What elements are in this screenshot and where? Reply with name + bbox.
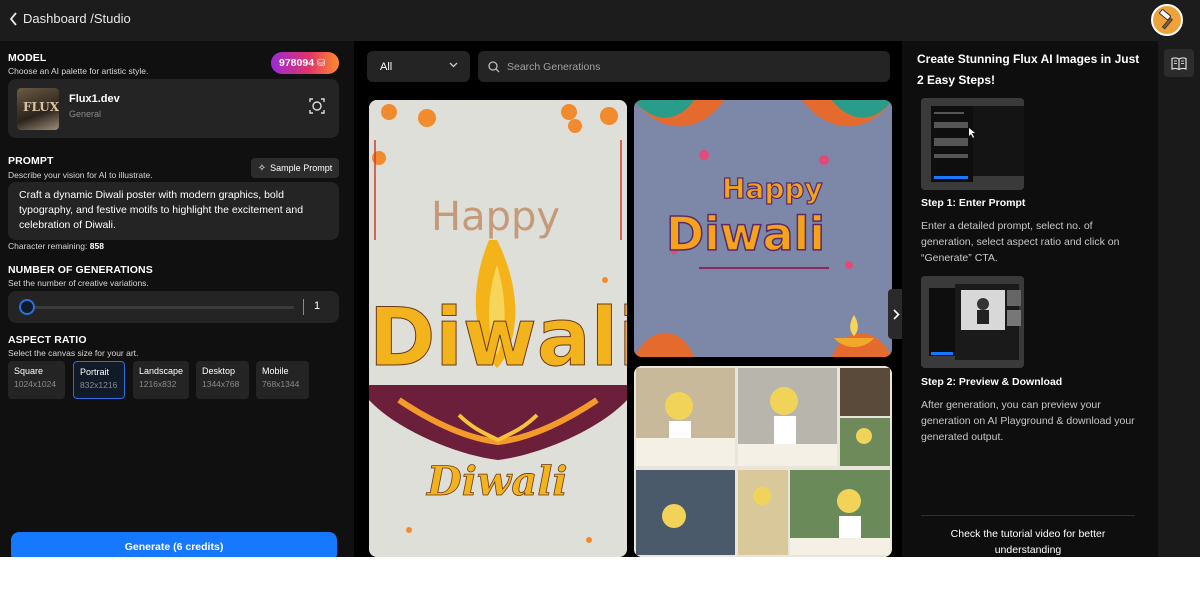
aspect-mobile-dims: 768x1344 xyxy=(262,379,300,389)
happy-diwali-image: Happy Diwali xyxy=(634,100,892,357)
model-subtitle: Choose an AI palette for artistic style. xyxy=(8,66,149,76)
sparkle-icon: ✧ xyxy=(257,162,267,174)
card1-diwali-text: Diwali xyxy=(369,291,627,384)
filter-value: All xyxy=(380,60,393,73)
generations-title: NUMBER OF GENERATIONS xyxy=(8,264,153,276)
manga-comic-image xyxy=(634,366,892,557)
aspect-portrait-name: Portrait xyxy=(80,367,110,377)
aspect-landscape-dims: 1216x832 xyxy=(139,379,177,389)
aspect-title: ASPECT RATIO xyxy=(8,334,87,346)
chevron-down-icon xyxy=(449,62,458,68)
guide-toggle-button[interactable] xyxy=(1164,49,1194,77)
aspect-square-name: Square xyxy=(14,366,44,376)
filter-dropdown[interactable]: All xyxy=(367,51,470,82)
tutorial-link[interactable]: Check the tutorial video for better unde… xyxy=(921,526,1135,557)
card2-diwali-text: Diwali xyxy=(666,207,825,261)
top-bar: Dashboard /Studio xyxy=(0,0,1200,41)
step1-description: Enter a detailed prompt, select no. of g… xyxy=(921,220,1120,264)
guide-title: Create Stunning Flux AI Images in Just 2… xyxy=(917,52,1140,87)
card1-diwali-sub-text: Diwali xyxy=(426,458,568,505)
generation-card-3[interactable] xyxy=(634,366,892,557)
slider-handle[interactable] xyxy=(19,299,35,315)
sample-prompt-label: Sample Prompt xyxy=(270,163,333,173)
breadcrumb: Dashboard /Studio xyxy=(23,11,131,26)
model-title: MODEL xyxy=(8,52,47,64)
prompt-subtitle: Describe your vision for AI to illustrat… xyxy=(8,170,153,180)
settings-panel: MODEL Choose an AI palette for artistic … xyxy=(0,41,354,557)
step1-title: Step 1: Enter Prompt xyxy=(921,197,1026,209)
avatar[interactable] xyxy=(1151,4,1183,36)
card2-happy-text: Happy xyxy=(722,172,823,205)
guide-panel: Create Stunning Flux AI Images in Just 2… xyxy=(902,41,1158,557)
gallery-panel: All Search Generations Happy Diwali Diwa… xyxy=(354,41,904,557)
aspect-mobile-name: Mobile xyxy=(262,366,289,376)
prompt-input[interactable]: Craft a dynamic Diwali poster with moder… xyxy=(8,182,339,240)
chevron-right-icon xyxy=(892,308,900,320)
chevron-left-icon xyxy=(9,11,17,26)
diwali-poster-image: Happy Diwali Diwali xyxy=(369,100,627,557)
slider-track[interactable] xyxy=(21,306,294,309)
character-remaining-count: 858 xyxy=(89,241,104,251)
step1-screenshot xyxy=(921,98,1024,190)
model-type: General xyxy=(69,109,102,119)
generations-slider[interactable]: 1 xyxy=(8,291,339,323)
guide-divider xyxy=(921,515,1135,516)
generation-card-2[interactable]: Happy Diwali xyxy=(634,100,892,357)
step2-title: Step 2: Preview & Download xyxy=(921,376,1063,388)
character-remaining-label: Character remaining: xyxy=(8,241,88,251)
hammer-icon xyxy=(1159,9,1173,30)
aspect-square[interactable]: Square 1024x1024 xyxy=(8,361,65,399)
side-toolbar xyxy=(1158,41,1200,557)
back-button[interactable]: Dashboard /Studio xyxy=(9,11,131,26)
aspect-desktop[interactable]: Desktop 1344x768 xyxy=(196,361,249,399)
step2-description: After generation, you can preview your g… xyxy=(921,399,1135,443)
step2-screenshot xyxy=(921,276,1024,368)
aspect-portrait-dims: 832x1216 xyxy=(80,380,118,390)
credits-badge[interactable]: 978094 ⛁ xyxy=(271,52,339,74)
aspect-portrait[interactable]: Portrait 832x1216 xyxy=(73,361,125,399)
generate-button[interactable]: Generate (6 credits) xyxy=(11,532,337,557)
sample-prompt-button[interactable]: ✧ Sample Prompt xyxy=(251,158,339,178)
swap-model-icon[interactable] xyxy=(308,97,326,115)
aspect-landscape-name: Landscape xyxy=(139,366,184,376)
model-selector[interactable]: FLUX Flux1.dev General xyxy=(8,79,339,138)
model-thumbnail: FLUX xyxy=(17,88,59,130)
aspect-desktop-name: Desktop xyxy=(202,366,236,376)
model-name: Flux1.dev xyxy=(69,93,120,105)
character-remaining: Character remaining: 858 xyxy=(8,241,104,251)
search-icon xyxy=(488,60,500,72)
aspect-mobile[interactable]: Mobile 768x1344 xyxy=(256,361,309,399)
search-input[interactable]: Search Generations xyxy=(507,61,600,73)
aspect-subtitle: Select the canvas size for your art. xyxy=(8,348,139,358)
search-bar[interactable]: Search Generations xyxy=(478,51,890,82)
studio-app: Dashboard /Studio MODEL Choose an AI pal… xyxy=(0,0,1200,557)
model-thumbnail-text: FLUX xyxy=(23,100,59,114)
aspect-square-dims: 1024x1024 xyxy=(14,379,57,389)
credits-value: 978094 xyxy=(279,57,315,69)
coins-icon: ⛁ xyxy=(317,57,326,69)
aspect-landscape[interactable]: Landscape 1216x832 xyxy=(133,361,189,399)
book-icon xyxy=(1171,56,1187,70)
generations-value: 1 xyxy=(314,300,321,312)
card1-happy-text: Happy xyxy=(431,194,560,240)
aspect-desktop-dims: 1344x768 xyxy=(202,379,240,389)
slider-divider xyxy=(303,299,304,315)
generations-subtitle: Set the number of creative variations. xyxy=(8,278,149,288)
generation-card-1[interactable]: Happy Diwali Diwali xyxy=(369,100,627,557)
prompt-title: PROMPT xyxy=(8,155,54,167)
